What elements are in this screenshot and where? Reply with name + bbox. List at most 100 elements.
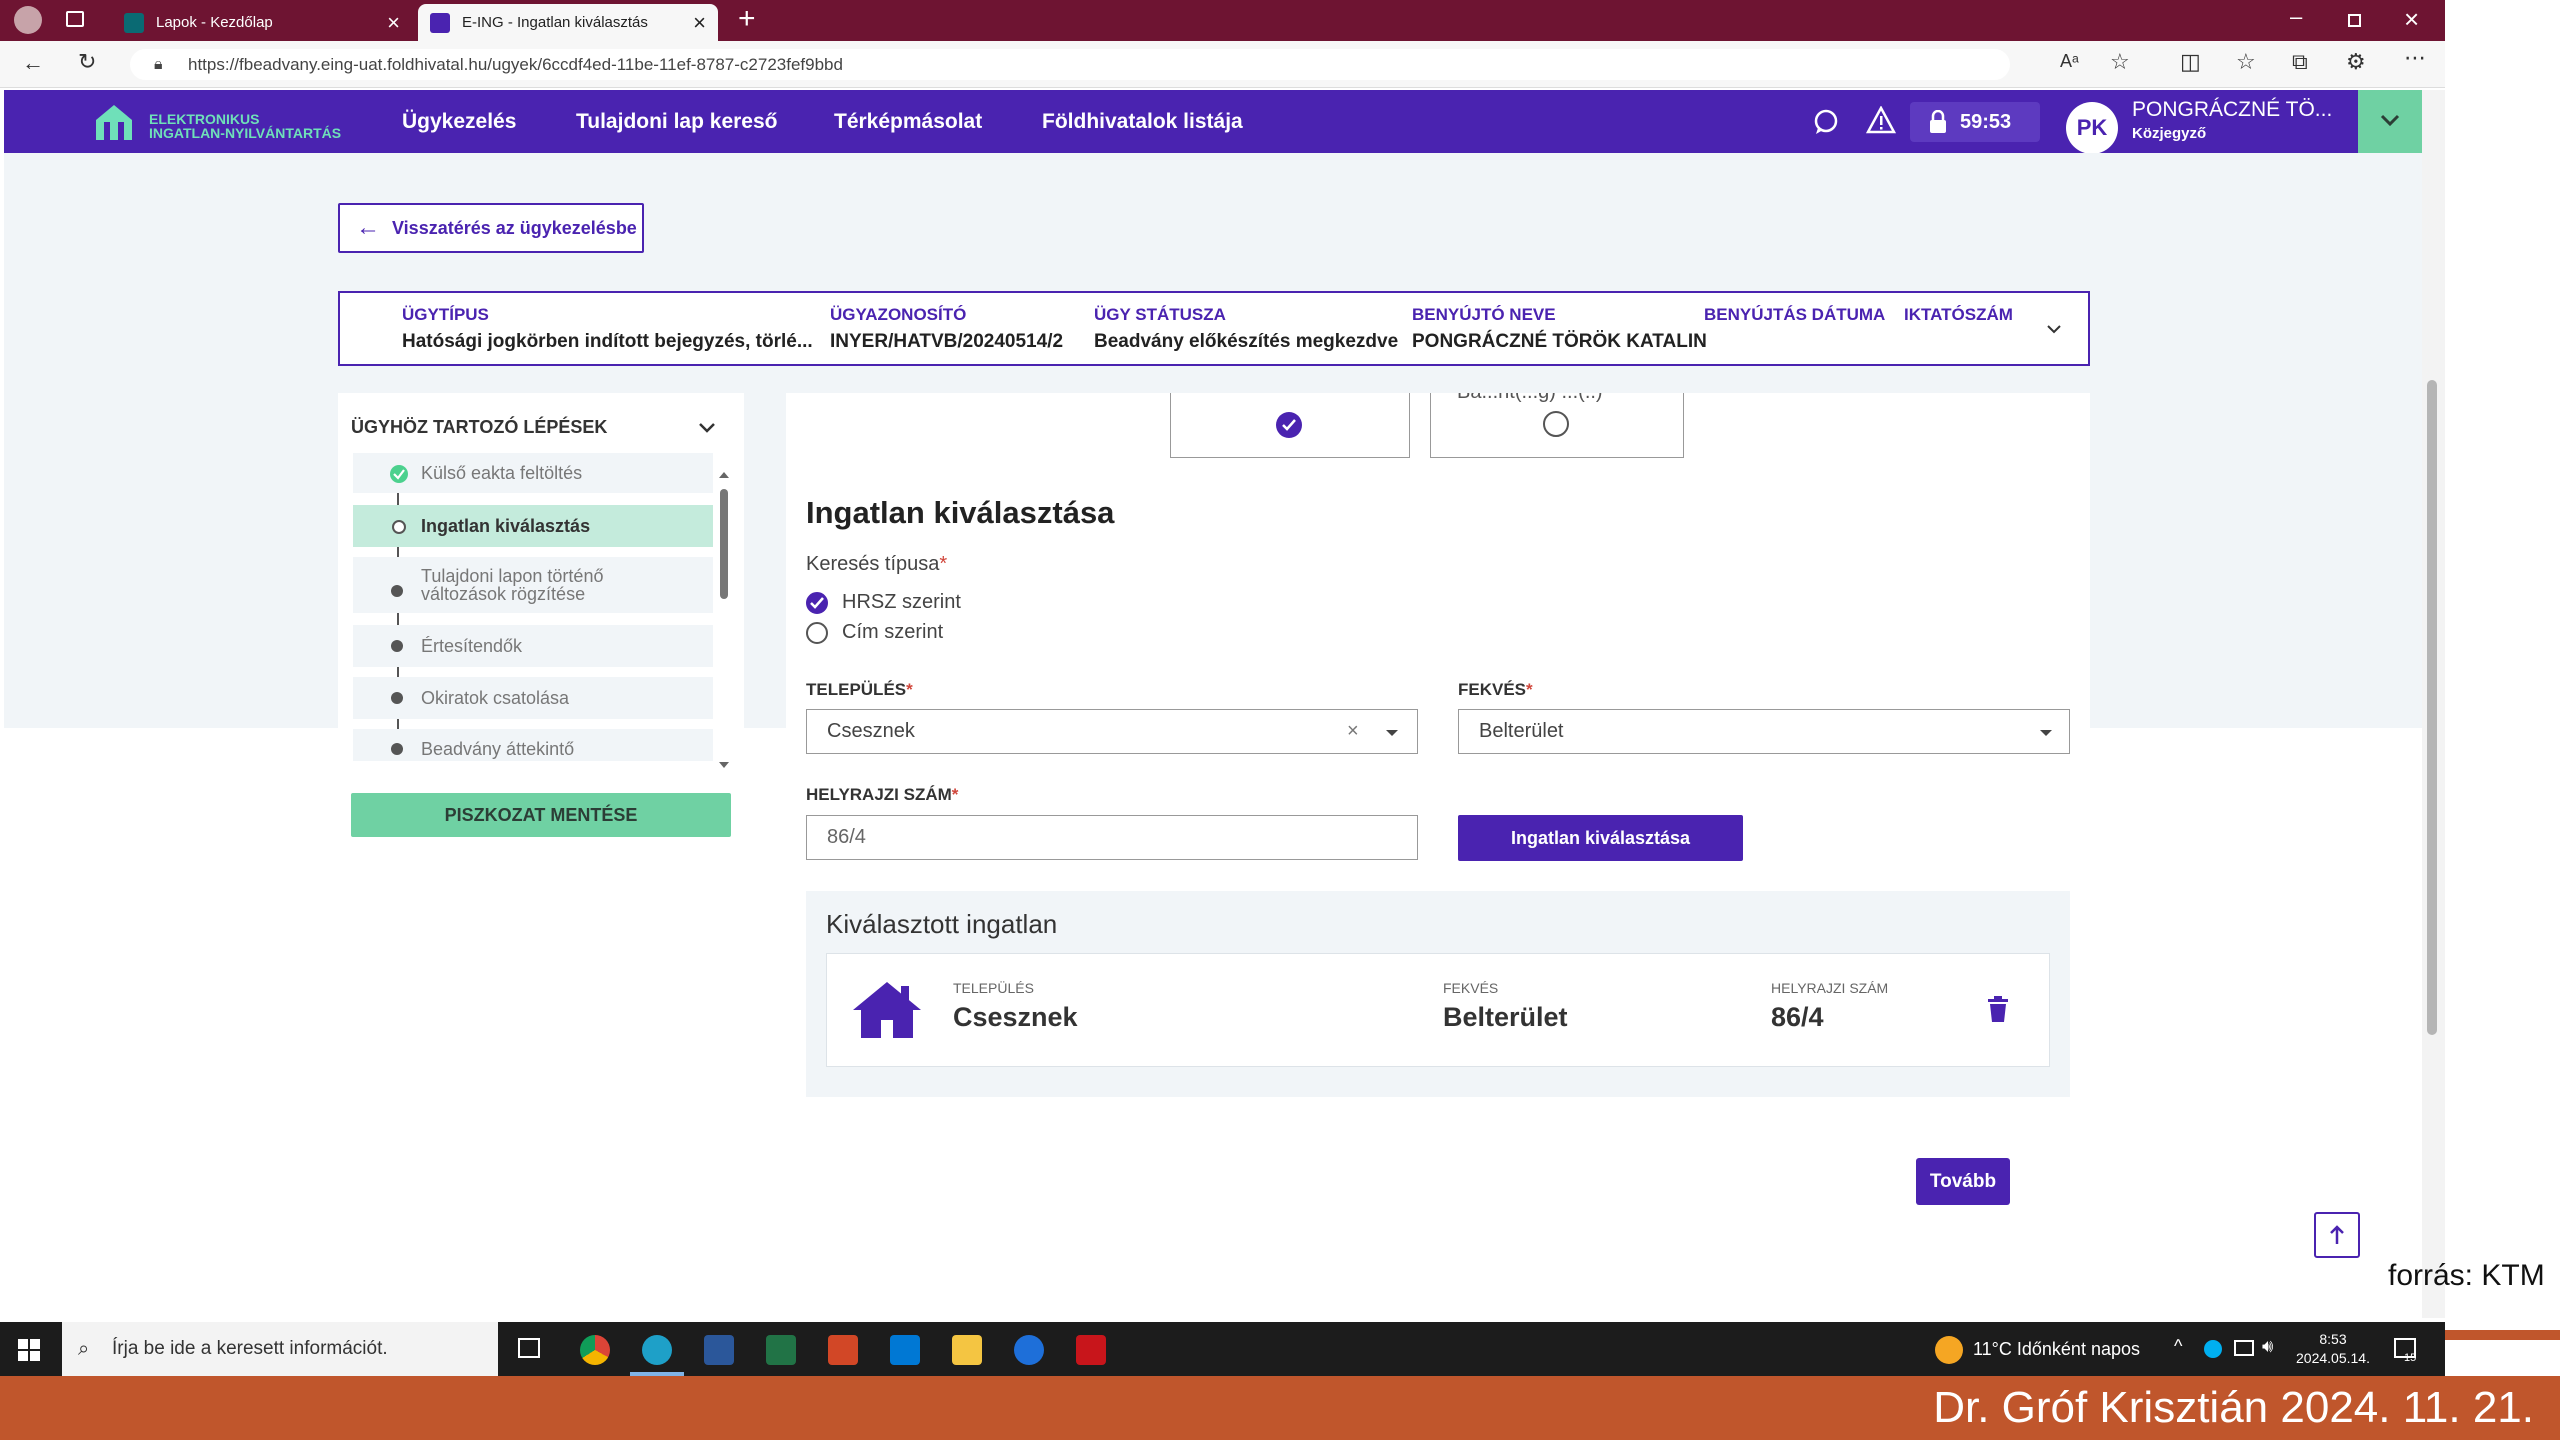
step-label: Külső eakta feltöltés — [421, 463, 583, 483]
more-icon[interactable]: ⋯ — [2404, 45, 2426, 71]
network-icon[interactable] — [2234, 1340, 2254, 1356]
skype-icon[interactable] — [2204, 1340, 2222, 1358]
filing-number: IKTATÓSZÁM — [1904, 305, 2013, 331]
avatar[interactable]: PK — [2066, 102, 2118, 154]
radio-cim[interactable]: Cím szerint — [806, 621, 943, 644]
chrome-icon[interactable] — [580, 1335, 610, 1365]
save-draft-button[interactable]: PISZKOZAT MENTÉSE — [351, 793, 731, 837]
outlook-icon[interactable] — [890, 1335, 920, 1365]
settlement-label-text: TELEPÜLÉS — [806, 680, 907, 699]
tray-chevron-icon[interactable]: ^ — [2174, 1336, 2182, 1357]
step-item[interactable]: Tulajdoni lapon történő változások rögzí… — [353, 557, 713, 613]
selected-settlement-value: Csesznek — [953, 1002, 1078, 1032]
extensions-icon[interactable]: ⚙ — [2346, 49, 2366, 75]
chevron-down-icon[interactable] — [698, 421, 716, 433]
close-icon[interactable]: × — [693, 11, 706, 34]
nav-tulajdoni-lap-kereso[interactable]: Tulajdoni lap kereső — [576, 110, 778, 134]
refresh-icon[interactable]: ↻ — [78, 49, 96, 75]
step-label: Okiratok csatolása — [421, 688, 570, 708]
header-expand-button[interactable] — [2358, 90, 2422, 153]
task-view-icon[interactable] — [518, 1338, 540, 1358]
webex-icon[interactable] — [1014, 1335, 1044, 1365]
step-item[interactable]: Értesítendők — [353, 625, 713, 667]
taskbar-search[interactable]: ⌕ Írja be ide a keresett információt. — [62, 1322, 498, 1376]
nav-terkepmasolat[interactable]: Térképmásolat — [834, 110, 982, 134]
close-icon[interactable]: × — [387, 11, 400, 34]
tab-eing[interactable]: E-ING - Ingatlan kiválasztás × — [418, 4, 718, 41]
case-steps-panel: ÜGYHÖZ TARTOZÓ LÉPÉSEK Külső eakta feltö… — [338, 393, 744, 853]
slide-footer: Dr. Gróf Krisztián 2024. 11. 21. — [0, 1376, 2560, 1440]
clear-icon[interactable]: × — [1347, 710, 1359, 753]
clock-time: 8:53 — [2319, 1331, 2347, 1347]
home-icon — [430, 12, 450, 33]
windows-start-icon[interactable] — [18, 1339, 40, 1361]
file-explorer-icon[interactable] — [952, 1335, 982, 1365]
step-label: Ingatlan kiválasztás — [421, 516, 591, 536]
step-item[interactable]: Okiratok csatolása — [353, 677, 713, 719]
radio-label: Cím szerint — [842, 621, 944, 643]
minimize-icon[interactable]: – — [2290, 4, 2302, 30]
steps-scrollbar[interactable] — [718, 471, 730, 771]
user-role: Közjegyző — [2132, 125, 2207, 142]
scroll-to-top-button[interactable] — [2314, 1212, 2360, 1258]
chevron-down-icon[interactable] — [2046, 323, 2062, 335]
acrobat-icon[interactable] — [1076, 1335, 1106, 1365]
case-info-bar: ÜGYTÍPUS Hatósági jogkörben indított bej… — [338, 291, 2090, 366]
step-dot — [391, 640, 403, 652]
nav-foldhivatalok-listaja[interactable]: Földhivatalok listája — [1042, 110, 1243, 134]
step-item[interactable]: Külső eakta feltöltés — [353, 453, 713, 493]
new-tab-icon[interactable]: + — [738, 2, 756, 36]
close-window-icon[interactable]: × — [2404, 4, 2419, 35]
trash-icon[interactable] — [1987, 996, 2009, 1022]
tab-actions-icon[interactable] — [66, 11, 84, 27]
choice-card[interactable]: Ba...nt(...g) ...(..) — [1430, 393, 1684, 458]
split-screen-icon[interactable]: ◫ — [2180, 49, 2201, 75]
favorite-star-icon[interactable]: ☆ — [2110, 49, 2130, 75]
logo-house-icon[interactable] — [94, 102, 134, 142]
favorites-icon[interactable]: ☆ — [2236, 49, 2256, 75]
tab-lapok[interactable]: Lapok - Kezdőlap × — [112, 4, 412, 41]
parcel-number-input[interactable]: 86/4 — [806, 815, 1418, 860]
url-field[interactable]: 🔒︎ https://fbeadvany.eing-uat.foldhivata… — [130, 49, 2010, 80]
scroll-down-icon[interactable] — [718, 761, 730, 769]
read-aloud-icon[interactable]: Aᵃ — [2060, 51, 2079, 72]
location-select[interactable]: Belterület — [1458, 709, 2070, 754]
collections-icon[interactable]: ⧉ — [2292, 49, 2308, 75]
restore-icon[interactable] — [2348, 14, 2361, 27]
radio-hrsz[interactable]: HRSZ szerint — [806, 591, 961, 614]
back-to-case-management-button[interactable]: ← Visszatérés az ügykezelésbe — [338, 203, 644, 253]
select-property-button[interactable]: Ingatlan kiválasztása — [1458, 815, 1743, 861]
powerpoint-icon[interactable] — [828, 1335, 858, 1365]
step-item[interactable]: Beadvány áttekintő — [353, 729, 713, 761]
warning-icon[interactable] — [1866, 106, 1896, 134]
profile-icon[interactable] — [14, 6, 42, 34]
volume-icon[interactable]: 🔊︎ — [2262, 1336, 2273, 1357]
scrollbar-thumb[interactable] — [2427, 380, 2437, 1035]
user-name[interactable]: PONGRÁCZNÉ TÖ... — [2132, 98, 2332, 122]
weather-icon[interactable] — [1935, 1336, 1963, 1364]
selected-settlement-label: TELEPÜLÉS — [953, 980, 1034, 996]
steps-scroll-thumb[interactable] — [720, 489, 728, 599]
weather-text[interactable]: 11°C Időnként napos — [1973, 1339, 2140, 1360]
step-item-active[interactable]: Ingatlan kiválasztás — [353, 505, 713, 547]
edge-icon[interactable] — [642, 1335, 672, 1365]
settlement-select[interactable]: Csesznek × — [806, 709, 1418, 754]
logo-text[interactable]: ELEKTRONIKUS INGATLAN-NYILVÁNTARTÁS — [149, 112, 341, 140]
app-header: ELEKTRONIKUS INGATLAN-NYILVÁNTARTÁS Ügyk… — [4, 90, 2358, 154]
nav-ugykezeles[interactable]: Ügykezelés — [402, 110, 516, 134]
lock-icon: 🔒︎ — [154, 56, 163, 73]
settlement-label: TELEPÜLÉS* — [806, 680, 913, 699]
choice-card-selected[interactable] — [1170, 393, 1410, 458]
dropdown-arrow-icon — [1386, 730, 1398, 736]
address-bar: ← ↻ 🔒︎ https://fbeadvany.eing-uat.foldhi… — [0, 41, 2445, 88]
back-icon[interactable]: ← — [22, 50, 44, 76]
word-icon[interactable] — [704, 1335, 734, 1365]
selected-parcel-label: HELYRAJZI SZÁM — [1771, 980, 1889, 996]
excel-icon[interactable] — [766, 1335, 796, 1365]
chat-icon[interactable] — [1812, 108, 1840, 136]
taskbar-clock[interactable]: 8:53 2024.05.14. — [2296, 1330, 2370, 1368]
next-button[interactable]: Tovább — [1916, 1158, 2010, 1205]
logo-line1: ELEKTRONIKUS — [149, 111, 260, 127]
scroll-up-icon[interactable] — [718, 471, 730, 479]
url-text: https://fbeadvany.eing-uat.foldhivatal.h… — [188, 55, 843, 74]
